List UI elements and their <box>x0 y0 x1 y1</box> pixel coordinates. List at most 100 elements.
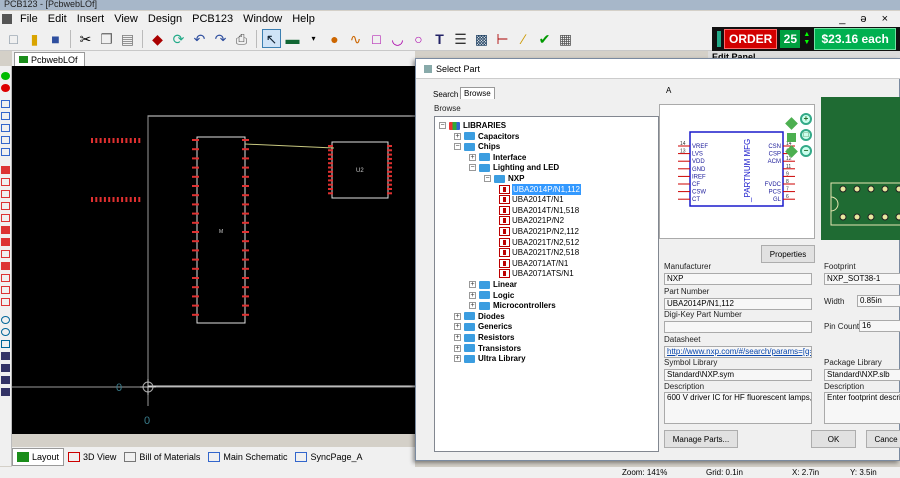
layer-icon[interactable] <box>1 298 10 306</box>
part-number-field[interactable]: UBA2014P/N1,112 <box>664 298 812 310</box>
cut-icon[interactable]: ✂ <box>76 29 95 48</box>
via-icon[interactable]: ● <box>325 29 344 48</box>
tree-folder-item[interactable]: + Linear <box>469 279 517 290</box>
tree-part-item[interactable]: UBA2021P/N2 <box>499 215 564 226</box>
layer-icon[interactable] <box>1 190 10 198</box>
tree-folder-item[interactable]: − NXP <box>484 173 524 184</box>
menu-file[interactable]: File <box>15 13 43 25</box>
layer-icon[interactable] <box>1 238 10 246</box>
red-dot-icon[interactable] <box>1 84 10 92</box>
pcb-canvas[interactable]: 0 0 M U2 <box>12 66 415 434</box>
tool-icon[interactable] <box>1 124 10 132</box>
menu-edit[interactable]: Edit <box>43 13 72 25</box>
menu-help[interactable]: Help <box>287 13 320 25</box>
tree-part-item[interactable]: UBA2071ATS/N1 <box>499 268 574 279</box>
expand-toggle-icon[interactable]: + <box>454 312 461 320</box>
tool-icon[interactable] <box>1 148 10 156</box>
library-tree[interactable]: − LIBRARIES + Capacitors − Chips + Interface − Li… <box>434 116 659 452</box>
circle-icon[interactable]: ○ <box>409 29 428 48</box>
order-button[interactable]: ORDER <box>724 29 778 49</box>
cancel-button[interactable]: Cance <box>866 430 900 448</box>
hatch-icon[interactable] <box>1 388 10 396</box>
tab-browse[interactable]: Browse <box>460 87 495 99</box>
arc-icon[interactable]: ◡ <box>388 29 407 48</box>
manage-parts-button[interactable]: Manage Parts... <box>664 430 738 448</box>
undo-icon[interactable]: ↶ <box>190 29 209 48</box>
tree-part-item[interactable]: UBA2021T/N2,518 <box>499 247 579 258</box>
expand-toggle-icon[interactable]: − <box>484 175 491 182</box>
zoom-in-icon[interactable] <box>1 316 10 324</box>
expand-toggle-icon[interactable]: + <box>469 291 476 299</box>
copy-icon[interactable]: ❐ <box>97 29 116 48</box>
measure-icon[interactable]: ∕ <box>514 29 533 48</box>
layer-icon[interactable] <box>1 214 10 222</box>
layer-icon[interactable] <box>1 286 10 294</box>
select-arrow-icon[interactable]: ↖ <box>262 29 281 48</box>
paste-icon[interactable]: ▤ <box>118 29 137 48</box>
preview-tab[interactable]: A <box>663 85 674 96</box>
zoom-out-icon[interactable]: − <box>800 145 812 157</box>
new-file-icon[interactable]: □ <box>4 29 23 48</box>
text-icon[interactable]: T <box>430 29 449 48</box>
tree-folder-item[interactable]: − Chips <box>454 141 500 152</box>
width-field[interactable]: 0.85in <box>857 295 900 307</box>
layer-icon[interactable] <box>1 166 10 174</box>
menu-view[interactable]: View <box>109 13 143 25</box>
pan-center-icon[interactable] <box>787 133 796 142</box>
zoom-fit-icon[interactable]: □ <box>800 129 812 141</box>
layer-icon[interactable] <box>1 262 10 270</box>
dropdown-arrow-icon[interactable]: ▾ <box>304 29 323 48</box>
rectangle-icon[interactable]: □ <box>367 29 386 48</box>
expand-toggle-icon[interactable]: − <box>439 122 446 129</box>
layer-icon[interactable] <box>1 178 10 186</box>
tree-folder-item[interactable]: + Resistors <box>454 332 514 343</box>
tab-3d-view[interactable]: 3D View <box>64 448 120 466</box>
tree-part-item[interactable]: UBA2021P/N2,112 <box>499 226 579 237</box>
expand-toggle-icon[interactable]: − <box>454 143 461 151</box>
save-icon[interactable]: ■ <box>46 29 65 48</box>
tree-part-item[interactable]: UBA2021T/N2,512 <box>499 237 579 248</box>
zoom-fit-icon[interactable] <box>1 340 10 348</box>
expand-toggle-icon[interactable]: + <box>469 302 476 310</box>
menu-window[interactable]: Window <box>238 13 287 25</box>
grid-icon[interactable]: ▦ <box>556 29 575 48</box>
footprint-field[interactable]: NXP_SOT38-1 <box>824 273 900 285</box>
trace-icon[interactable]: ∿ <box>346 29 365 48</box>
chip-qfp[interactable] <box>91 138 392 202</box>
expand-toggle-icon[interactable]: + <box>454 344 461 352</box>
digikey-field[interactable] <box>664 321 812 333</box>
symbol-library-field[interactable]: Standard\NXP.sym <box>664 369 812 381</box>
tree-folder-item[interactable]: + Generics <box>454 321 512 332</box>
tree-part-item[interactable]: UBA2014T/N1,518 <box>499 205 579 216</box>
connector-icon[interactable]: ▩ <box>472 29 491 48</box>
tool-icon[interactable] <box>1 100 10 108</box>
properties-button[interactable]: Properties <box>761 245 815 263</box>
tree-folder-item[interactable]: + Diodes <box>454 311 505 322</box>
manufacturer-field[interactable]: NXP <box>664 273 812 285</box>
expand-toggle-icon[interactable]: + <box>454 355 461 363</box>
tab-layout[interactable]: Layout <box>12 448 65 466</box>
quantity-field[interactable]: 25 <box>780 30 801 48</box>
hatch-icon[interactable] <box>1 352 10 360</box>
zoom-in-icon[interactable]: + <box>800 113 812 125</box>
part-icon[interactable]: ◆ <box>148 29 167 48</box>
package-library-field[interactable]: Standard\NXP.slb <box>824 369 900 381</box>
zoom-out-icon[interactable] <box>1 328 10 336</box>
redo-icon[interactable]: ↷ <box>211 29 230 48</box>
menu-design[interactable]: Design <box>143 13 187 25</box>
window-controls[interactable]: _ ə × <box>839 13 900 25</box>
bus-icon[interactable]: ☰ <box>451 29 470 48</box>
expand-toggle-icon[interactable]: + <box>454 323 461 331</box>
datasheet-link[interactable]: http://www.nxp.com/#/search/params=[q= <box>664 346 812 358</box>
tree-folder-item[interactable]: − Lighting and LED <box>469 162 559 173</box>
green-dot-icon[interactable] <box>1 72 10 80</box>
expand-toggle-icon[interactable]: + <box>454 132 461 140</box>
check-icon[interactable]: ✔ <box>535 29 554 48</box>
layer-icon[interactable] <box>1 274 10 282</box>
open-folder-icon[interactable]: ▮ <box>25 29 44 48</box>
tree-folder-item[interactable]: + Logic <box>469 290 514 301</box>
tab-syncpage-a[interactable]: SyncPage_A <box>291 448 366 466</box>
tree-folder-item[interactable]: + Microcontrollers <box>469 300 556 311</box>
expand-toggle-icon[interactable]: + <box>469 153 476 161</box>
tree-folder-item[interactable]: − LIBRARIES <box>439 120 506 131</box>
